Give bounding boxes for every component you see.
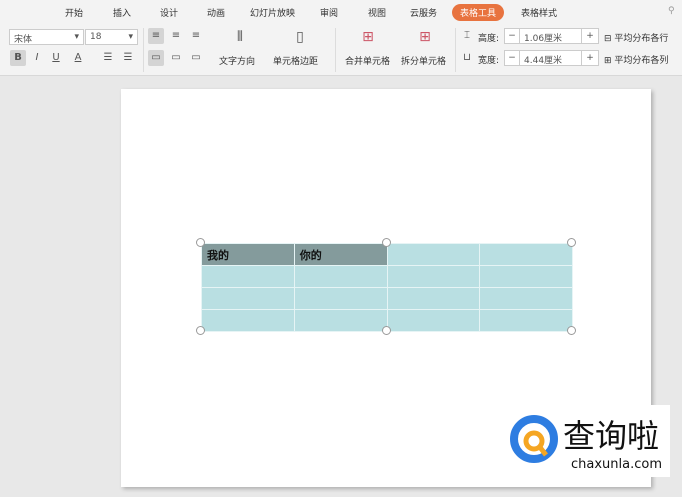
width-decrease-button[interactable]: − (504, 50, 520, 66)
height-decrease-button[interactable]: − (504, 28, 520, 44)
table-cell[interactable] (201, 265, 295, 288)
tab-animation[interactable]: 动画 (207, 6, 225, 19)
width-input[interactable]: 4.44厘米 (519, 50, 582, 66)
line-spacing-icon[interactable]: ☰ (100, 50, 116, 66)
tab-design[interactable]: 设计 (160, 6, 178, 19)
height-label: 高度: (478, 34, 500, 44)
height-input[interactable]: 1.06厘米 (519, 28, 582, 44)
table-cell[interactable] (293, 287, 388, 310)
distribute-rows-button[interactable]: ⊟ 平均分布各行 (604, 31, 668, 44)
tab-table-style[interactable]: 表格样式 (521, 6, 557, 19)
align-left-icon[interactable]: ≡ (148, 28, 164, 44)
ribbon-toolbar: 宋体 ▾ 18 ▾ B I U A ☰ ☰ ≡ ≡ ≡ ▭ ▭ ▭ ⫴ 文字方向 ▯… (0, 24, 682, 76)
resize-handle[interactable] (196, 326, 205, 335)
height-icon: ⌶ (464, 30, 470, 41)
resize-handle[interactable] (196, 238, 205, 247)
magnifier-logo-icon (510, 415, 558, 463)
cell-margin-icon: ▯ (296, 29, 304, 45)
valign-top-icon[interactable]: ▭ (148, 50, 164, 66)
font-color-button[interactable]: A (70, 50, 86, 66)
search-icon[interactable]: ⚲ (668, 6, 675, 16)
cell-margin-button[interactable]: 单元格边距 (273, 54, 318, 67)
font-name-value: 宋体 (14, 35, 33, 45)
valign-middle-icon[interactable]: ▭ (168, 50, 184, 66)
split-cells-button[interactable]: 拆分单元格 (401, 54, 446, 67)
table-row (201, 287, 573, 310)
table-cell[interactable] (386, 265, 481, 288)
table-row (201, 265, 573, 288)
width-label: 宽度: (478, 56, 500, 66)
distribute-rows-label: 平均分布各行 (614, 34, 669, 44)
tab-view[interactable]: 视图 (368, 6, 386, 19)
table-cell[interactable] (479, 243, 573, 266)
watermark-logo: 查询啦 chaxunla.com (505, 405, 670, 477)
watermark-url: chaxunla.com (571, 457, 662, 472)
align-right-icon[interactable]: ≡ (188, 28, 204, 44)
underline-button[interactable]: U (48, 50, 64, 66)
bold-button[interactable]: B (10, 50, 26, 66)
resize-handle[interactable] (382, 326, 391, 335)
resize-handle[interactable] (567, 326, 576, 335)
table-cell[interactable] (386, 287, 481, 310)
tab-table-tools[interactable]: 表格工具 (452, 4, 505, 21)
font-name-select[interactable]: 宋体 ▾ (9, 29, 84, 45)
distribute-cols-button[interactable]: ⊞ 平均分布各列 (604, 53, 668, 66)
ribbon-tabs: 开始 插入 设计 动画 幻灯片放映 审阅 视图 云服务 表格工具 表格样式 ⚲ (0, 0, 682, 24)
valign-bottom-icon[interactable]: ▭ (188, 50, 204, 66)
table-cell[interactable] (479, 265, 573, 288)
split-cells-icon: ⊞ (419, 29, 431, 45)
table-cell[interactable] (201, 287, 295, 310)
table-cell[interactable] (479, 309, 573, 332)
table-cell[interactable]: 我的 (201, 243, 295, 266)
table-cell[interactable] (386, 243, 481, 266)
font-size-select[interactable]: 18 ▾ (85, 29, 138, 45)
text-direction-icon: ⫴ (237, 29, 243, 45)
table-cell[interactable] (201, 309, 295, 332)
table-cell[interactable] (386, 309, 481, 332)
table-cell[interactable] (293, 265, 388, 288)
slide-table[interactable]: 我的 你的 (201, 243, 573, 332)
table-cell[interactable]: 你的 (293, 243, 388, 266)
tab-cloud[interactable]: 云服务 (410, 6, 437, 19)
align-center-icon[interactable]: ≡ (168, 28, 184, 44)
width-increase-button[interactable]: + (581, 50, 599, 66)
paragraph-spacing-icon[interactable]: ☰ (120, 50, 136, 66)
italic-button[interactable]: I (29, 50, 45, 66)
tab-insert[interactable]: 插入 (113, 6, 131, 19)
font-size-value: 18 (90, 32, 102, 42)
text-direction-button[interactable]: 文字方向 (219, 54, 255, 67)
height-increase-button[interactable]: + (581, 28, 599, 44)
watermark-text: 查询啦 (563, 417, 660, 455)
width-icon: ⊔ (463, 52, 471, 63)
merge-cells-button[interactable]: 合并单元格 (345, 54, 390, 67)
resize-handle[interactable] (567, 238, 576, 247)
resize-handle[interactable] (382, 238, 391, 247)
tab-review[interactable]: 审阅 (320, 6, 338, 19)
tab-slideshow[interactable]: 幻灯片放映 (250, 6, 295, 19)
table-cell[interactable] (293, 309, 388, 332)
merge-cells-icon: ⊞ (362, 29, 374, 45)
table-cell[interactable] (479, 287, 573, 310)
tab-home[interactable]: 开始 (65, 6, 83, 19)
distribute-cols-label: 平均分布各列 (614, 56, 669, 66)
